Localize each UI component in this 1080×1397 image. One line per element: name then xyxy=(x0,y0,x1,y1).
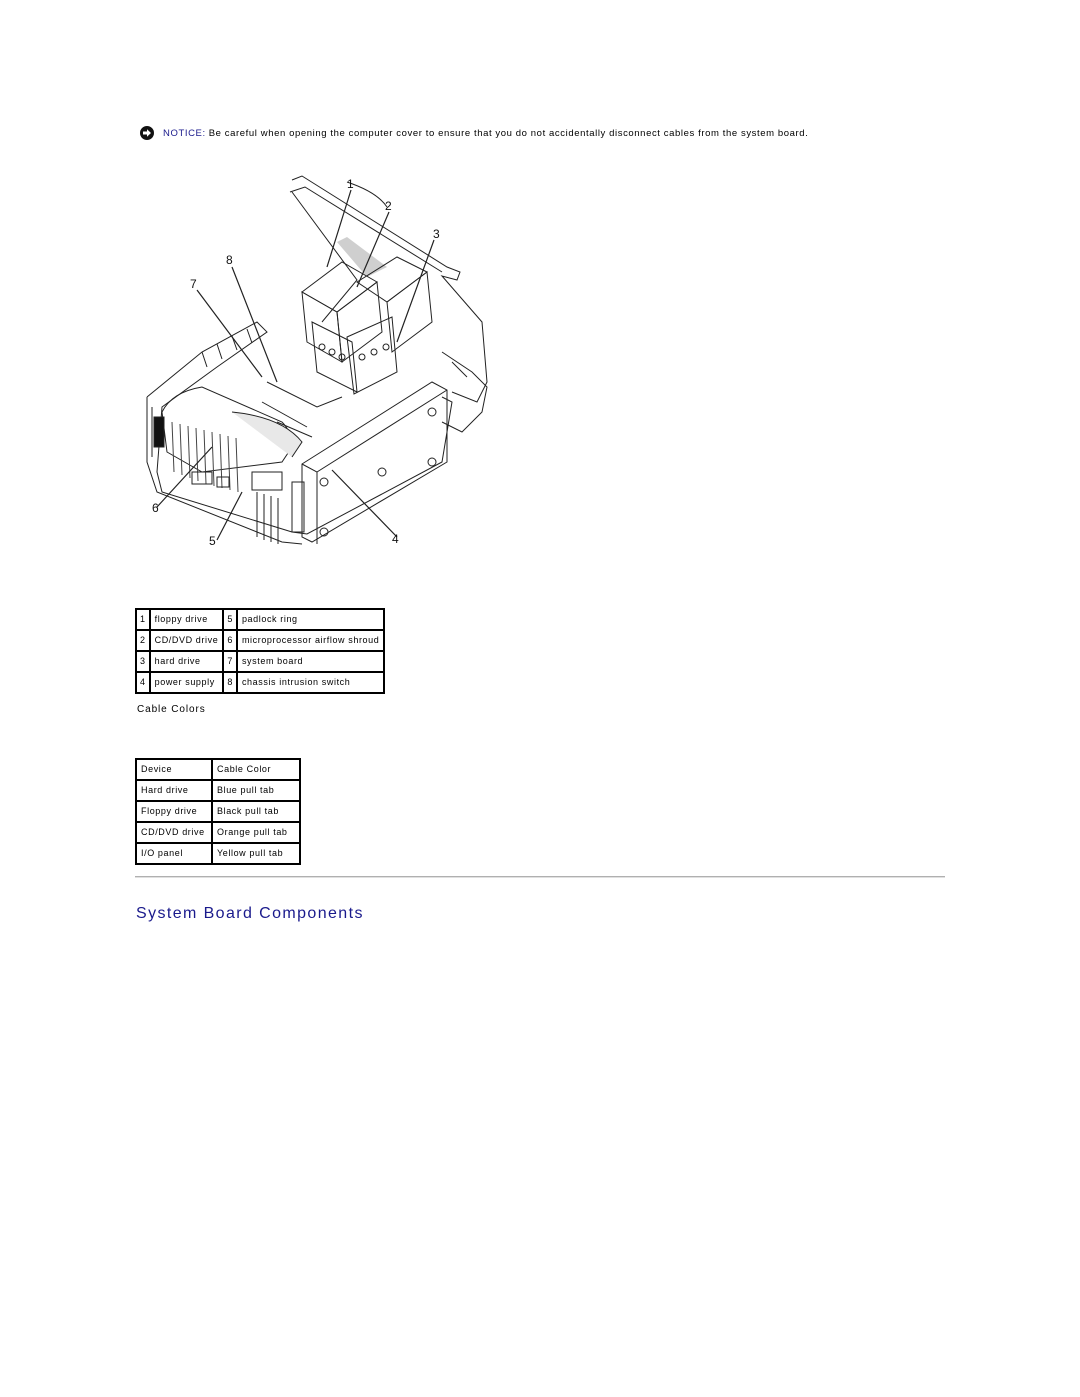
component-name: hard drive xyxy=(148,650,225,673)
component-name: power supply xyxy=(148,671,225,694)
chassis-outline xyxy=(146,321,453,535)
callout-5: 5 xyxy=(209,534,216,548)
notice-label: NOTICE: xyxy=(163,127,206,139)
callout-2: 2 xyxy=(385,199,392,213)
cable-color-cell: Orange pull tab xyxy=(211,821,301,844)
table-row: 2 CD/DVD drive 6 microprocessor airflow … xyxy=(135,629,386,652)
table-row: I/O panel Yellow pull tab xyxy=(135,842,301,865)
callout-number: 8 xyxy=(222,671,238,694)
table-row: CD/DVD drive Orange pull tab xyxy=(135,821,301,844)
cable-colors-table: Device Cable Color Hard drive Blue pull … xyxy=(135,758,301,865)
callout-7: 7 xyxy=(190,277,197,291)
component-name: CD/DVD drive xyxy=(148,629,225,652)
callout-number: 7 xyxy=(222,650,238,673)
device-cell: I/O panel xyxy=(135,842,213,865)
callout-4: 4 xyxy=(392,532,399,546)
component-name: floppy drive xyxy=(148,608,225,631)
cable-color-cell: Black pull tab xyxy=(211,800,301,823)
cable-colors-heading: Cable Colors xyxy=(137,704,206,715)
notice-arrow-icon xyxy=(140,126,154,140)
device-cell: Hard drive xyxy=(135,779,213,802)
device-cell: CD/DVD drive xyxy=(135,821,213,844)
component-name: system board xyxy=(235,650,386,673)
component-name: padlock ring xyxy=(235,608,386,631)
table-row: 1 floppy drive 5 padlock ring xyxy=(135,608,386,631)
callout-6: 6 xyxy=(152,501,159,515)
callout-1: 1 xyxy=(347,177,354,191)
components-legend-table: 1 floppy drive 5 padlock ring 2 CD/DVD d… xyxy=(135,608,386,694)
table-header-row: Device Cable Color xyxy=(135,758,301,781)
component-name: microprocessor airflow shroud xyxy=(235,629,386,652)
device-cell: Floppy drive xyxy=(135,800,213,823)
table-row: 4 power supply 8 chassis intrusion switc… xyxy=(135,671,386,694)
table-row: Hard drive Blue pull tab xyxy=(135,779,301,802)
column-header: Cable Color xyxy=(211,758,301,781)
table-row: Floppy drive Black pull tab xyxy=(135,800,301,823)
callout-number: 3 xyxy=(135,650,151,673)
callout-number: 1 xyxy=(135,608,151,631)
section-divider xyxy=(135,876,945,878)
callout-8: 8 xyxy=(226,253,233,267)
table-row: 3 hard drive 7 system board xyxy=(135,650,386,673)
callout-3: 3 xyxy=(433,227,440,241)
notice: NOTICE: Be careful when opening the comp… xyxy=(140,126,808,140)
column-header: Device xyxy=(135,758,213,781)
notice-text: Be careful when opening the computer cov… xyxy=(208,127,809,139)
callout-number: 4 xyxy=(135,671,151,694)
cable-color-cell: Yellow pull tab xyxy=(211,842,301,865)
component-name: chassis intrusion switch xyxy=(235,671,386,694)
section-title: System Board Components xyxy=(136,905,364,922)
cable-color-cell: Blue pull tab xyxy=(211,779,301,802)
callout-number: 5 xyxy=(222,608,238,631)
chassis-diagram: 1 2 3 4 5 6 7 8 xyxy=(142,172,502,562)
callout-number: 6 xyxy=(222,629,238,652)
callout-number: 2 xyxy=(135,629,151,652)
